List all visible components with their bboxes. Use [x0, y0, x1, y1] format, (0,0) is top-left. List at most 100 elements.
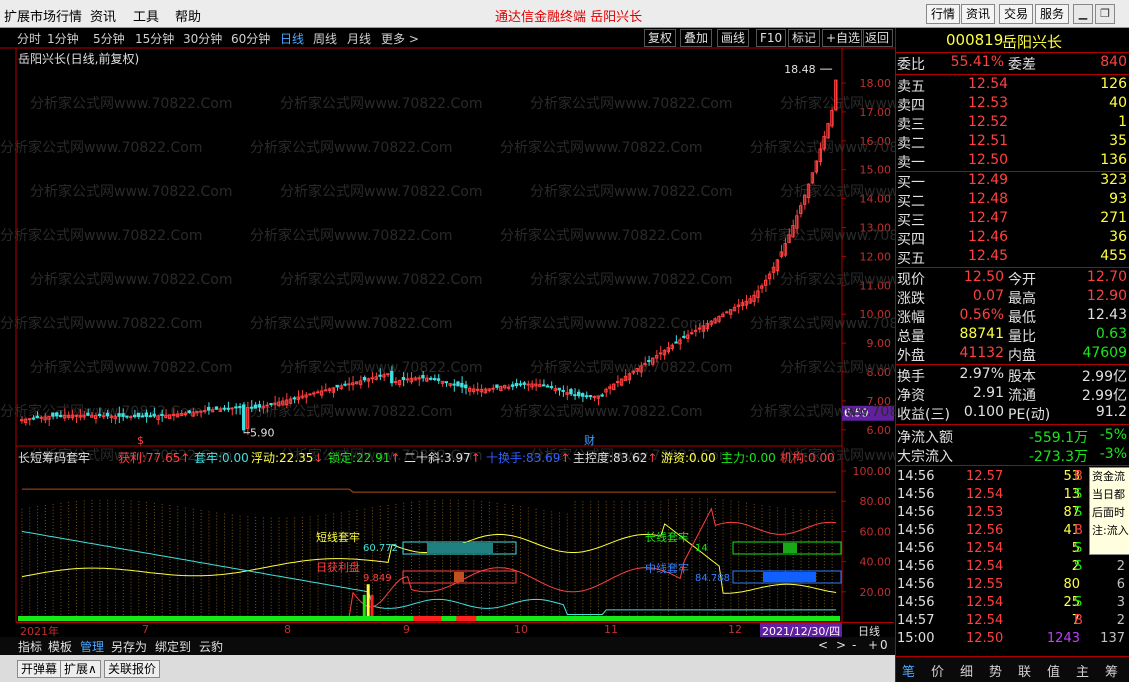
candle-body	[541, 384, 546, 387]
book-volume: 40	[1109, 95, 1127, 111]
fund-label2: PE(动)	[1008, 407, 1051, 423]
book-volume: 36	[1109, 229, 1127, 245]
quote-tab-2[interactable]: 细	[960, 661, 973, 680]
ann-profit: 日获利盘	[316, 560, 360, 574]
candle-body	[335, 384, 339, 388]
book-label: 卖四	[897, 98, 925, 114]
fund-value2: 91.2	[1095, 404, 1127, 420]
stat-value: 88741	[959, 326, 1004, 342]
ask-row: 卖一 12.50 136	[896, 152, 1129, 171]
ind-y-label: 40.00	[860, 556, 892, 569]
tab-control-0[interactable]: <	[818, 638, 828, 652]
candle-body	[132, 414, 137, 418]
bottom-tab-0[interactable]: 指标	[18, 638, 42, 655]
candle-body	[725, 311, 729, 314]
restore-icon[interactable]: ❐	[1095, 4, 1115, 24]
ann-box-fill	[454, 572, 464, 582]
candle-body	[615, 381, 620, 384]
candle-body	[693, 329, 698, 332]
quote-tab-0[interactable]: 笔	[902, 661, 915, 680]
tick-flag: B	[1074, 613, 1083, 628]
stat-value: 83.62	[613, 451, 648, 465]
quote-tab-7[interactable]: 筹	[1105, 661, 1118, 680]
ann-box-fill	[763, 572, 816, 582]
tab-control-1[interactable]: >	[836, 638, 846, 652]
bid-row: 买五 12.45 455	[896, 248, 1129, 267]
tick-time: 14:56	[897, 505, 935, 520]
watermark: 分析家公式网www.70822.Com	[0, 315, 202, 332]
bottom-tab-2[interactable]: 管理	[80, 638, 104, 655]
quote-tab-3[interactable]: 势	[989, 661, 1002, 680]
stat-row: 涨跌 0.07 最高 12.90	[896, 288, 1129, 307]
indicator-stat: 十换手:83.69↑	[486, 449, 570, 466]
stat-value: 83.69	[526, 451, 561, 465]
weicha-value: 840	[1100, 54, 1127, 70]
stat-arrow: ↑	[180, 451, 191, 465]
watermark: 分析家公式网www.70822.Com	[280, 359, 482, 376]
danmaku-button[interactable]: 开弹幕	[17, 660, 62, 678]
stat-label2: 今开	[1008, 272, 1036, 288]
bottom-tab-5[interactable]: 云豹	[199, 638, 223, 655]
y-axis-label: 9.00	[867, 337, 892, 350]
menu-market-ext[interactable]: 扩展市场行情	[4, 6, 82, 25]
candle-body	[522, 382, 526, 385]
tab-market[interactable]: 行情	[926, 4, 961, 24]
menu-help[interactable]: 帮助	[175, 6, 201, 25]
quote-tab-1[interactable]: 价	[931, 661, 944, 680]
x-axis: 2021年 7 8 9 10 11 12 2021/12/30/四 日线	[16, 622, 894, 639]
fund-label: 净资	[897, 388, 925, 404]
stat-label: 二十斜:	[404, 451, 445, 465]
chart-svg[interactable]: 18.0017.0016.0015.0014.0013.0012.0011.00…	[0, 28, 895, 655]
menu-news[interactable]: 资讯	[90, 6, 116, 25]
minimize-icon[interactable]: ▁	[1073, 4, 1093, 24]
tab-control-3[interactable]: +	[868, 638, 878, 652]
quote-tab-5[interactable]: 值	[1047, 661, 1060, 680]
candle-body	[393, 381, 398, 384]
ann-short: 短线套牢	[316, 530, 360, 544]
candle-body	[117, 413, 121, 417]
book-volume: 35	[1109, 133, 1127, 149]
divider	[896, 424, 1129, 425]
menu-tools[interactable]: 工具	[133, 6, 159, 25]
tab-trade[interactable]: 交易	[999, 4, 1034, 24]
stat-label2: 内盘	[1008, 348, 1036, 364]
book-price: 12.51	[968, 133, 1009, 149]
book-price: 12.52	[968, 114, 1009, 130]
tab-service[interactable]: 服务	[1035, 4, 1070, 24]
bottom-tab-1[interactable]: 模板	[48, 638, 72, 655]
stat-value: 0.00	[222, 451, 249, 465]
candle-body	[343, 383, 347, 386]
candle-body	[230, 407, 234, 410]
watermark: 分析家公式网www.70822.Com	[280, 271, 482, 288]
tick-count: 137	[1100, 631, 1125, 646]
tab-control-2[interactable]: -	[852, 638, 856, 652]
related-quote-button[interactable]: 关联报价	[104, 660, 161, 678]
bottom-tab-4[interactable]: 绑定到	[155, 638, 191, 655]
quote-tab-6[interactable]: 主	[1076, 661, 1089, 680]
stat-value: 12.50	[963, 269, 1004, 285]
quote-tab-4[interactable]: 联	[1018, 661, 1031, 680]
book-label: 买五	[897, 251, 925, 267]
bid-row: 买四 12.46 36	[896, 229, 1129, 248]
book-volume: 323	[1100, 172, 1127, 188]
bottom-tab-3[interactable]: 另存为	[111, 638, 147, 655]
fund-label2: 股本	[1008, 369, 1036, 385]
indicator-title: 长短筹码套牢	[18, 451, 91, 465]
candle-body	[689, 332, 694, 335]
ask-row: 卖五 12.54 126	[896, 76, 1129, 95]
tick-time: 14:56	[897, 595, 935, 610]
stat-label: 锁定:	[328, 451, 357, 465]
candle-body	[203, 410, 207, 413]
expand-button[interactable]: 扩展∧	[60, 660, 101, 678]
stat-label: 涨幅	[897, 310, 925, 326]
tab-info[interactable]: 资讯	[961, 4, 996, 24]
x-axis-label: 10	[514, 623, 528, 636]
tab-control-4[interactable]: 0	[880, 638, 888, 652]
candle-body	[362, 376, 367, 381]
stat-arrow: ↑	[390, 451, 401, 465]
fund-label2: 流通	[1008, 388, 1036, 404]
stat-label: 总量	[897, 329, 925, 345]
vol-bar	[366, 584, 370, 616]
candle-body	[569, 389, 573, 395]
stock-code: 000819	[946, 31, 1004, 49]
